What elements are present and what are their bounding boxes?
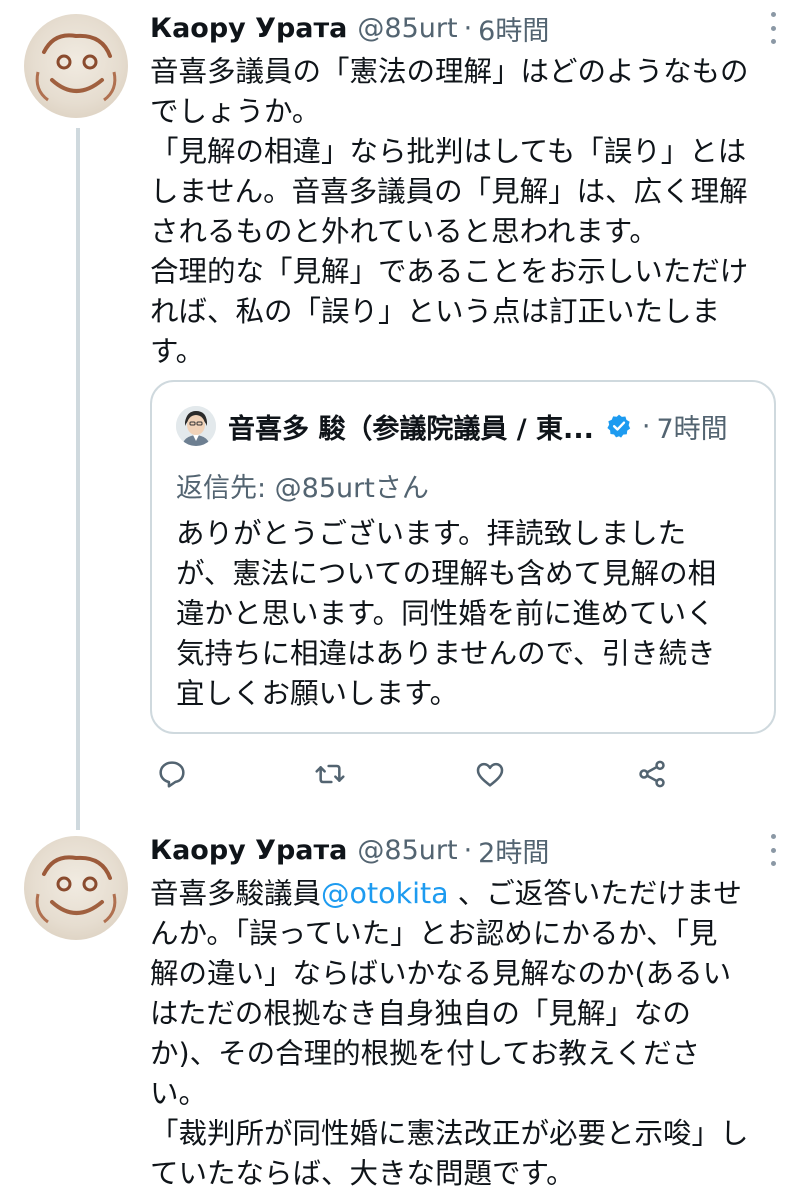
retweet-icon: [315, 764, 345, 784]
tweet-text-line: 解の違い」ならばいかなる見解なのか(あるい: [150, 957, 732, 990]
quoted-text-line: が、憲法についての理解も含めて見解の相: [176, 557, 717, 590]
author-handle[interactable]: @85urt: [357, 13, 457, 44]
quoted-tweet-text: ありがとうございます。拝読致しました が、憲法についての理解も含めて見解の相 違…: [176, 514, 716, 714]
tweet-text-line: ていたならば、大きな問題です。: [150, 1157, 575, 1190]
quoted-timestamp[interactable]: 7時間: [656, 407, 727, 446]
avatar[interactable]: [24, 14, 128, 118]
tweet-2[interactable]: Каору Урата @85urt · 2時間 音喜多駿議員@otokita …: [150, 830, 782, 1194]
tweet-text-line: でしょうか。: [150, 95, 321, 128]
quoted-author-avatar[interactable]: [176, 406, 216, 446]
separator-dot: ·: [641, 410, 651, 442]
author-handle[interactable]: @85urt: [357, 835, 457, 866]
tweet-text-segment: 、ご返答いただけませ: [448, 877, 742, 910]
more-options-icon[interactable]: [764, 12, 782, 44]
tweet-text-line: か)、その合理的根拠を付してお教えくださ: [150, 1037, 701, 1070]
quoted-text-line: ありがとうございます。拝読致しました: [176, 517, 687, 550]
share-icon: [639, 760, 665, 788]
separator-dot: ·: [463, 834, 473, 866]
tweet-text-line: はただの根拠なき自身独自の「見解」なの: [150, 997, 691, 1030]
tweet-text-line: しません。音喜多議員の「見解」は、広く理解: [150, 175, 748, 208]
tweet-text-line: 「見解の相違」なら批判はしても「誤り」とは: [150, 135, 747, 168]
author-name[interactable]: Каору Урата: [150, 13, 347, 44]
avatar[interactable]: [24, 836, 128, 940]
tweet-header: Каору Урата @85urt · 2時間: [150, 830, 782, 870]
retweet-button[interactable]: [310, 754, 350, 794]
tweet-text: 音喜多議員の「憲法の理解」はどのようなもの でしょうか。 「見解の相違」なら批判…: [150, 52, 782, 372]
reply-button[interactable]: [152, 754, 192, 794]
quoted-text-line: 気持ちに相違はありませんので、引き続き: [176, 637, 716, 670]
tweet-text-line: い。: [150, 1077, 208, 1110]
tweet-text-line: れば、私の「誤り」という点は訂正いたしま: [150, 295, 721, 328]
tweet-text-line: 合理的な「見解」であることをお示しいただけ: [150, 255, 749, 288]
tweet-header: Каору Урата @85urt · 6時間: [150, 8, 782, 48]
tweet-actions: [150, 754, 690, 794]
like-button[interactable]: [470, 754, 510, 794]
tweet-text: 音喜多駿議員@otokita 、ご返答いただけませ んか。「誤っていた」とお認め…: [150, 874, 782, 1194]
more-options-icon[interactable]: [764, 834, 782, 866]
tweet-1[interactable]: Каору Урата @85urt · 6時間 音喜多議員の「憲法の理解」はど…: [150, 8, 782, 372]
tweet-text-line: されるものと外れていると思われます。: [150, 215, 658, 248]
tweet-text-line: んか。「誤っていた」とお認めにかるか、「見: [150, 917, 718, 950]
tweet-text-line: す。: [150, 335, 205, 368]
quoted-author-name[interactable]: 音喜多 駿（参議院議員 / 東...: [228, 407, 594, 446]
tweet-text-segment: 音喜多駿議員: [150, 877, 322, 910]
mention-link[interactable]: @otokita: [321, 877, 449, 910]
reply-icon: [159, 761, 185, 788]
quoted-tweet-header: 音喜多 駿（参議院議員 / 東... · 7時間: [228, 404, 754, 448]
quoted-text-line: 違かと思います。同性婚を前に進めていく: [176, 597, 715, 630]
timestamp[interactable]: 6時間: [478, 9, 549, 48]
author-name[interactable]: Каору Урата: [150, 835, 347, 866]
quoted-tweet-card[interactable]: 音喜多 駿（参議院議員 / 東... · 7時間 返信先: @85urtさん あ…: [150, 380, 776, 734]
quoted-text-line: 宜しくお願いします。: [176, 677, 459, 710]
reply-to-label: 返信先: @85urtさん: [176, 473, 429, 504]
share-button[interactable]: [632, 754, 672, 794]
tweet-text-line: 「裁判所が同性婚に憲法改正が必要と示唆」し: [150, 1117, 749, 1150]
verified-badge-icon: [607, 414, 631, 438]
thread-connector-line: [76, 128, 80, 830]
separator-dot: ·: [463, 12, 473, 44]
tweet-text-line: 音喜多議員の「憲法の理解」はどのようなもの: [150, 55, 749, 88]
like-icon: [476, 762, 504, 787]
tweet-text-line: 音喜多駿議員@otokita 、ご返答いただけませ: [150, 874, 782, 914]
timestamp[interactable]: 2時間: [478, 831, 549, 870]
